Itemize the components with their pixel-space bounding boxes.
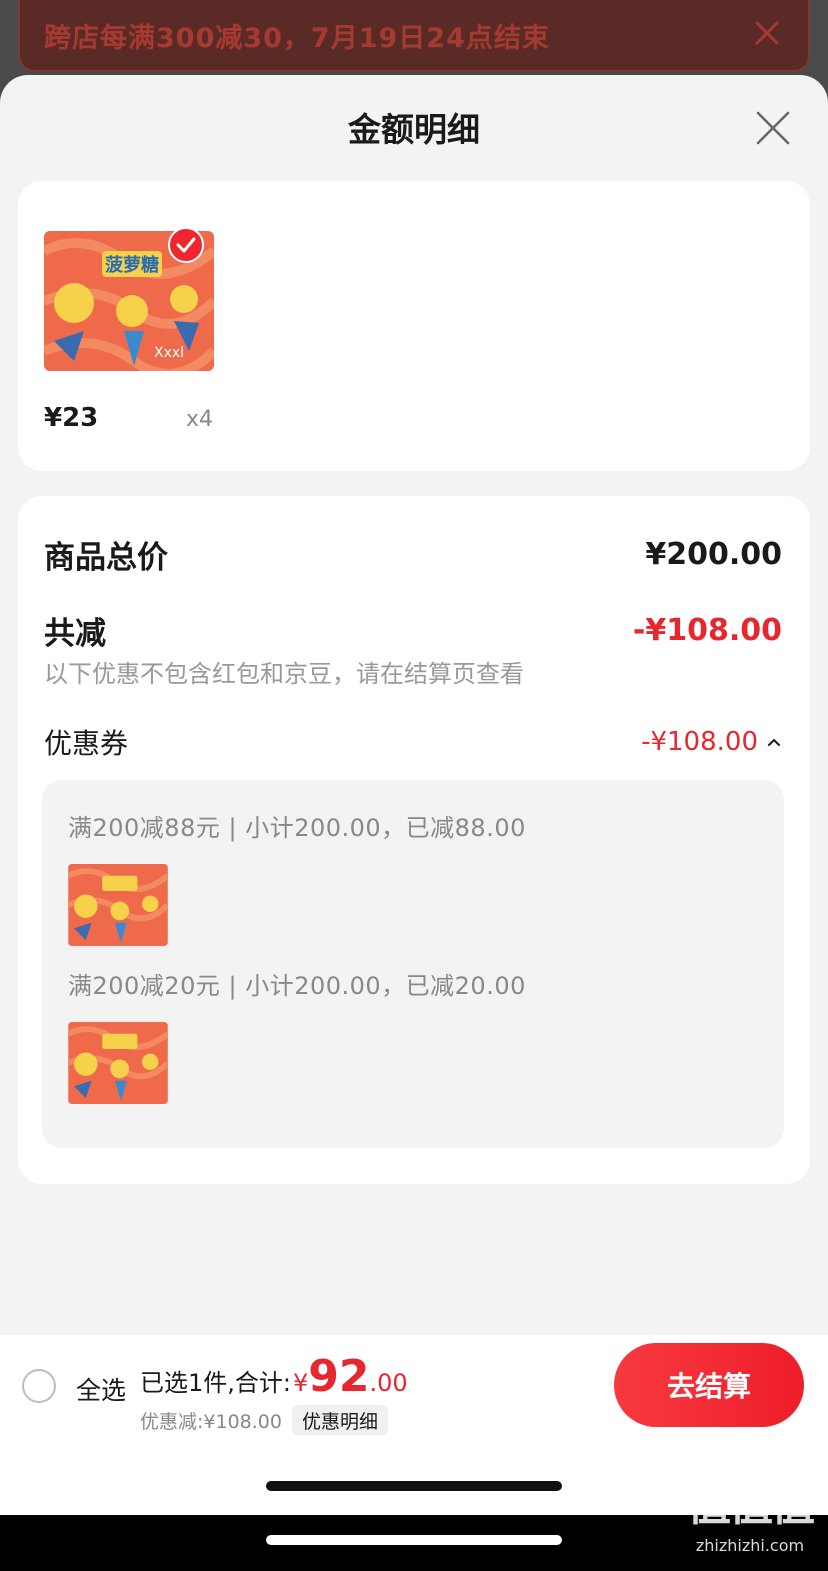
product-brand-text: 菠萝糖 [105, 254, 159, 276]
watermark: 值值值 zhizhizhi.com [680, 1476, 820, 1568]
amount-detail-sheet: 金额明细 菠萝糖 Xxxl ¥23 x4 商品总价 ¥200.00 共减 -¥1… [0, 75, 828, 1337]
discount-detail-link[interactable]: 优惠明细 [291, 1405, 388, 1436]
promo-banner: 跨店每满300减30，7月19日24点结束 [18, 0, 810, 72]
order-summary: 已选1件,合计: ¥ 92 .00 [140, 1351, 408, 1402]
product-card: 菠萝糖 Xxxl ¥23 x4 [18, 181, 810, 471]
product-price: ¥23 [44, 403, 99, 433]
summary-currency: ¥ [292, 1369, 309, 1397]
promo-banner-text: 跨店每满300减30，7月19日24点结束 [44, 22, 550, 54]
coupon-value: -¥108.00 [641, 727, 758, 757]
discount-note: 以下优惠不包含红包和京豆，请在结算页查看 [44, 660, 524, 688]
total-reduce-label: 共减 [44, 616, 106, 652]
chevron-up-icon[interactable] [766, 736, 782, 748]
product-size-text: Xxxl [154, 345, 184, 361]
watermark-logo: 值值值 [687, 1480, 815, 1531]
home-indicator-secondary [266, 1535, 562, 1545]
coupon-detail-box: 满200减88元 | 小计200.00，已减88.00 满200减20元 | 小… [42, 780, 784, 1148]
select-all-radio[interactable] [22, 1369, 56, 1403]
coupon-row[interactable]: 优惠券 -¥108.00 [44, 722, 782, 762]
watermark-url: zhizhizhi.com [695, 1536, 805, 1555]
price-detail-card: 商品总价 ¥200.00 共减 -¥108.00 以下优惠不包含红包和京豆，请在… [18, 496, 810, 1184]
coupon-product-image [68, 864, 168, 946]
coupon-value-wrap[interactable]: -¥108.00 [641, 727, 782, 757]
coupon-line: 满200减20元 | 小计200.00，已减20.00 [68, 972, 526, 1000]
checkout-bar: 全选 已选1件,合计: ¥ 92 .00 优惠减:¥108.00 优惠明细 去结… [0, 1335, 828, 1436]
product-quantity: x4 [186, 407, 214, 432]
coupon-line: 满200减88元 | 小计200.00，已减88.00 [68, 814, 526, 842]
close-icon[interactable] [754, 109, 792, 147]
discount-amount: 优惠减:¥108.00 [140, 1411, 282, 1433]
sheet-title: 金额明细 [348, 110, 480, 149]
close-icon[interactable] [752, 18, 782, 48]
coupon-label: 优惠券 [44, 727, 129, 760]
select-all-label[interactable]: 全选 [76, 1371, 126, 1407]
total-price-label: 商品总价 [44, 540, 168, 576]
total-price-row: 商品总价 ¥200.00 [44, 532, 782, 577]
summary-label: 已选1件,合计: [140, 1369, 291, 1397]
total-reduce-value: -¥108.00 [632, 613, 782, 648]
total-price-value: ¥200.00 [645, 537, 782, 572]
summary-total-integer: 92 [308, 1351, 370, 1402]
checked-icon [168, 227, 204, 263]
summary-total-decimal: .00 [369, 1369, 408, 1397]
checkout-button[interactable]: 去结算 [614, 1343, 804, 1427]
coupon-product-image [68, 1022, 168, 1104]
total-reduce-row: 共减 -¥108.00 [44, 608, 782, 653]
home-indicator[interactable] [266, 1481, 562, 1491]
discount-line: 优惠减:¥108.00 优惠明细 [140, 1405, 388, 1436]
